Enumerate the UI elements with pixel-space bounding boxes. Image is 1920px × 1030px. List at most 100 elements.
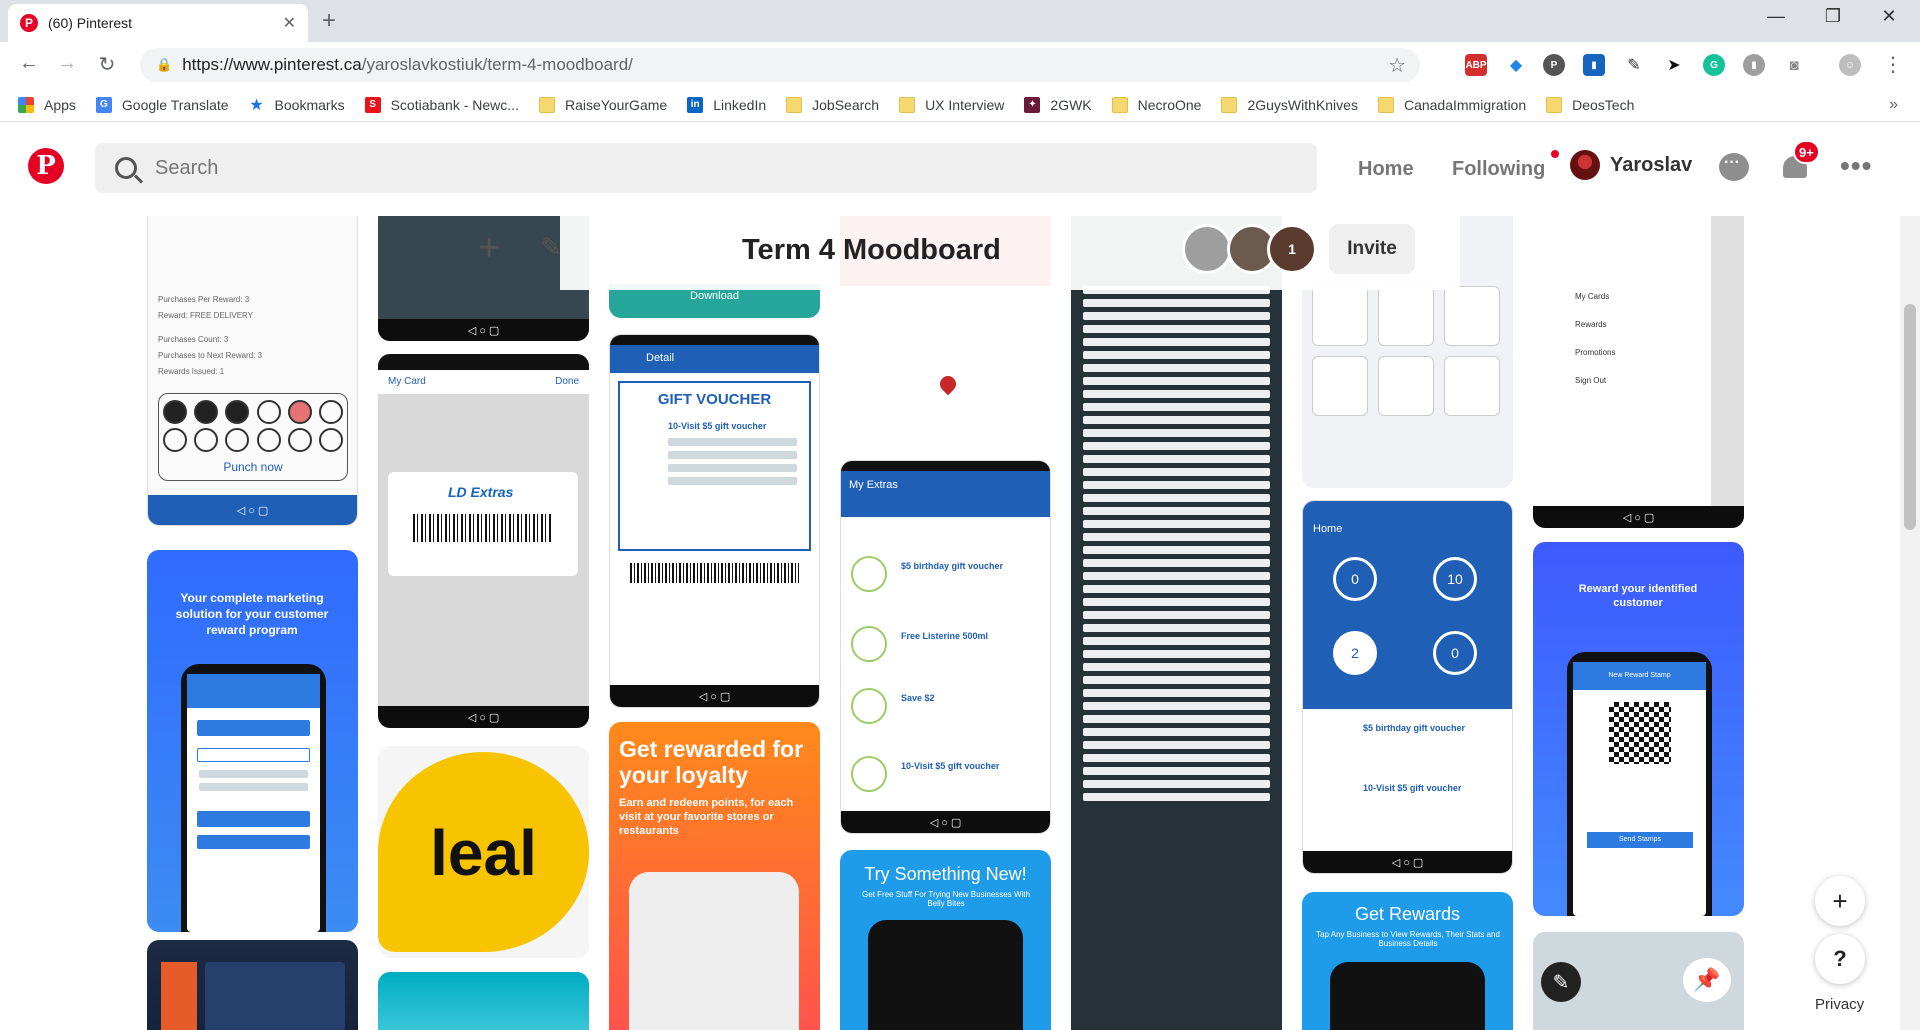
android-nav-bar: ◁ ○ ▢ [841,811,1050,833]
ld-extras-logo: LD Extras [448,484,514,500]
bookmark-ux-interview[interactable]: UX Interview [899,96,1004,113]
pin-pushpin-icon[interactable]: 📌 [1683,958,1731,1002]
extras-item: $5 birthday gift voucher [901,561,1004,571]
my-extras-label: My Extras [849,479,898,491]
bookmark-linkedin[interactable]: in LinkedIn [687,96,767,113]
pin-dashboard-screens[interactable]: ✎ 📌 [1533,932,1744,1030]
stats-extension-icon[interactable]: ▮ [1743,54,1765,76]
eyedropper-extension-icon[interactable]: ✎ [1623,54,1645,76]
barcode [630,563,799,583]
bookmark-deostech[interactable]: DeosTech [1546,96,1635,113]
bookmark-bookmarks[interactable]: ★ Bookmarks [249,97,344,114]
address-bar[interactable]: 🔒 https://www.pinterest.ca/yaroslavkosti… [140,48,1420,82]
pin-headline: Your complete marketing solution for you… [175,591,329,637]
collaborator-count[interactable]: 1 [1267,224,1317,274]
punch-row: Purchases to Next Reward: 3 [158,351,263,360]
pin-subheadline: Earn and redeem points, for each visit a… [619,797,794,837]
help-button[interactable]: ? [1815,934,1865,984]
add-pin-plus-icon[interactable]: + [478,228,500,268]
tab-close-icon[interactable]: ✕ [283,13,296,33]
grammarly-extension-icon[interactable]: G [1703,54,1725,76]
scrollbar-thumb[interactable] [1904,304,1916,530]
pin-get-rewards[interactable]: Get Rewards Tap Any Business to View Rew… [1302,892,1513,1030]
bookmark-star-icon[interactable]: ☆ [1388,53,1406,78]
bookmark-scotiabank[interactable]: S Scotiabank - Newc... [364,96,519,113]
privacy-link[interactable]: Privacy [1815,996,1864,1013]
pin-try-something-new[interactable]: Try Something New! Get Free Stuff For Tr… [840,850,1051,1030]
folder-icon [786,96,803,113]
forward-arrow-icon[interactable]: → [54,52,80,75]
search-bar[interactable] [95,143,1317,193]
window-close-icon[interactable]: ✕ [1866,6,1912,27]
messages-icon[interactable] [1719,153,1749,181]
nav-following[interactable]: Following [1452,150,1560,181]
scotiabank-icon: S [364,96,381,113]
2gwk-icon: ✦ [1024,96,1041,113]
invite-button[interactable]: Invite [1329,224,1415,274]
pin-headline: Get rewarded for your loyalty [619,736,804,788]
new-tab-button[interactable]: + [322,8,336,34]
bookmark-label: DeosTech [1572,96,1635,113]
dropbox-extension-icon[interactable]: ◆ [1505,54,1527,76]
pin-headline: Get Rewards [1354,904,1461,924]
adblock-extension-icon[interactable]: ABP [1465,54,1487,76]
collaborator-avatar[interactable] [1182,224,1232,274]
bookmark-apps[interactable]: Apps [18,96,76,113]
leal-logo: leal [378,752,589,952]
folder-icon [1111,96,1128,113]
nav-home[interactable]: Home [1358,158,1414,181]
pin-get-rewarded[interactable]: Get rewarded for your loyalty Earn and r… [609,722,820,1030]
folder-icon [1546,96,1563,113]
user-profile-button[interactable]: Yaroslav [1570,150,1692,180]
bookmark-extension-icon[interactable]: ▮ [1583,54,1605,76]
pin-wireframe-list[interactable] [1071,216,1282,1030]
pin-subheadline: Tap Any Business to View Rewards, Their … [1316,930,1500,948]
pin-leal[interactable]: leal [378,746,589,958]
pin-my-extras[interactable]: My Extras $5 birthday gift voucher Free … [840,460,1051,834]
bookmark-necroone[interactable]: NecroOne [1111,96,1201,113]
back-arrow-icon[interactable]: ← [16,52,42,75]
browser-toolbar: ← → ↻ 🔒 https://www.pinterest.ca/yarosla… [0,42,1920,88]
maximize-icon[interactable]: ❐ [1810,6,1856,27]
pin-my-card[interactable]: My Card Done LD Extras ◁ ○ ▢ [378,354,589,728]
url-path: /yaroslavkostiuk/term-4-moodboard/ [361,55,633,74]
leal-wordmark: leal [430,817,537,889]
pin-punch-card[interactable]: Purchases Per Reward: 3 Reward: FREE DEL… [147,216,358,526]
folder-icon [1221,96,1238,113]
extras-item: Save $2 [901,693,935,703]
bookmark-raiseyourgame[interactable]: RaiseYourGame [538,96,667,113]
browser-menu-icon[interactable]: ⋮ [1880,52,1906,77]
browser-tab[interactable]: P (60) Pinterest ✕ [8,4,308,42]
bookmark-canadaimmigration[interactable]: CanadaImmigration [1377,96,1526,113]
pin-gift-voucher[interactable]: Detail GIFT VOUCHER 10-Visit $5 gift vou… [609,334,820,708]
pin-dashboard-chart[interactable] [147,940,358,1030]
bookmark-2gwk[interactable]: ✦ 2GWK [1024,96,1092,113]
edit-board-pencil-icon[interactable]: ✎ [540,232,562,263]
camera-extension-icon[interactable]: ◙ [1783,54,1805,76]
pin-home-stats[interactable]: Home 0 10 2 0 $5 birthday gift voucher 1… [1302,500,1513,874]
pin-side-menu[interactable]: My Cards Rewards Promotions Sign Out ◁ ○… [1533,216,1744,528]
search-input[interactable] [155,156,1055,180]
pinterest-extension-icon[interactable]: P [1543,54,1565,76]
profile-avatar-icon[interactable]: ☺ [1839,54,1861,76]
minimize-icon[interactable]: — [1753,6,1799,27]
punch-row: Purchases Count: 3 [158,335,229,344]
pin-marketing-solution[interactable]: Your complete marketing solution for you… [147,550,358,932]
bookmark-google-translate[interactable]: G Google Translate [95,96,229,113]
more-options-icon[interactable]: ••• [1840,150,1872,182]
add-plus-button[interactable]: + [1815,876,1865,926]
cursor-extension-icon[interactable]: ➤ [1663,54,1685,76]
bookmark-2guyswithknives[interactable]: 2GuysWithKnives [1221,96,1358,113]
bookmark-label: LinkedIn [713,96,767,113]
android-nav-bar: ◁ ○ ▢ [148,495,357,525]
pinterest-logo-icon[interactable]: P [28,148,64,184]
bookmarks-overflow-icon[interactable]: » [1889,96,1898,114]
edit-pin-pencil-icon[interactable]: ✎ [1541,962,1581,1002]
reload-icon[interactable]: ↻ [94,52,120,77]
bookmark-label: JobSearch [812,96,880,113]
page-scrollbar[interactable] [1900,216,1920,1030]
pin-teal-app[interactable] [378,972,589,1030]
home-label: Home [1313,523,1343,535]
bookmark-jobsearch[interactable]: JobSearch [786,96,880,113]
pin-reward-customer[interactable]: Reward your identified customer New Rewa… [1533,542,1744,916]
